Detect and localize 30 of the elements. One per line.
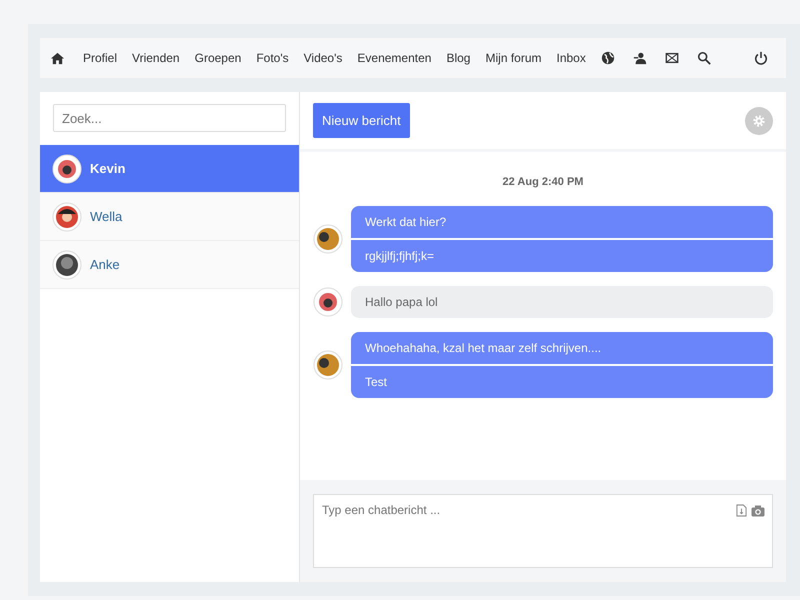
contact-item[interactable]: Kevin [40, 145, 299, 193]
message-bubble: Test [351, 366, 773, 398]
nav-link[interactable]: Evenementen [357, 51, 432, 65]
mail-icon[interactable] [664, 51, 679, 65]
power-icon[interactable] [754, 51, 768, 65]
globe-icon[interactable] [600, 51, 615, 65]
nav-link[interactable]: Groepen [194, 51, 242, 65]
nav-link[interactable]: Vrienden [132, 51, 180, 65]
new-message-button[interactable]: Nieuw bericht [313, 103, 410, 138]
message-input[interactable]: Typ een chatbericht ... [313, 494, 773, 568]
search-icon[interactable] [696, 51, 711, 65]
contact-item[interactable]: Wella [40, 193, 299, 241]
gear-icon [752, 114, 766, 128]
camera-icon[interactable] [751, 504, 765, 516]
timestamp: 22 Aug 2:40 PM [502, 176, 584, 188]
home-icon[interactable] [50, 50, 65, 66]
search-field[interactable]: Zoek... [53, 104, 286, 132]
message-bubble: Werkt dat hier? [351, 206, 773, 238]
nav-link[interactable]: Mijn forum [485, 51, 542, 65]
file-icon[interactable] [736, 504, 747, 517]
nav-link[interactable]: Blog [446, 51, 470, 65]
message-bubble: rgkjjlfj;fjhfj;k= [351, 240, 773, 272]
users-icon[interactable] [632, 51, 647, 65]
nav-link[interactable]: Foto's [256, 51, 289, 65]
nav-link[interactable]: Inbox [556, 51, 586, 65]
message-bubble: Hallo papa lol [351, 286, 773, 318]
nav-link[interactable]: Profiel [83, 51, 118, 65]
nav-link[interactable]: Video's [304, 51, 342, 65]
contact-item[interactable]: Anke [40, 241, 299, 289]
message-bubble: Whoehahaha, kzal het maar zelf schrijven.... [351, 332, 773, 364]
